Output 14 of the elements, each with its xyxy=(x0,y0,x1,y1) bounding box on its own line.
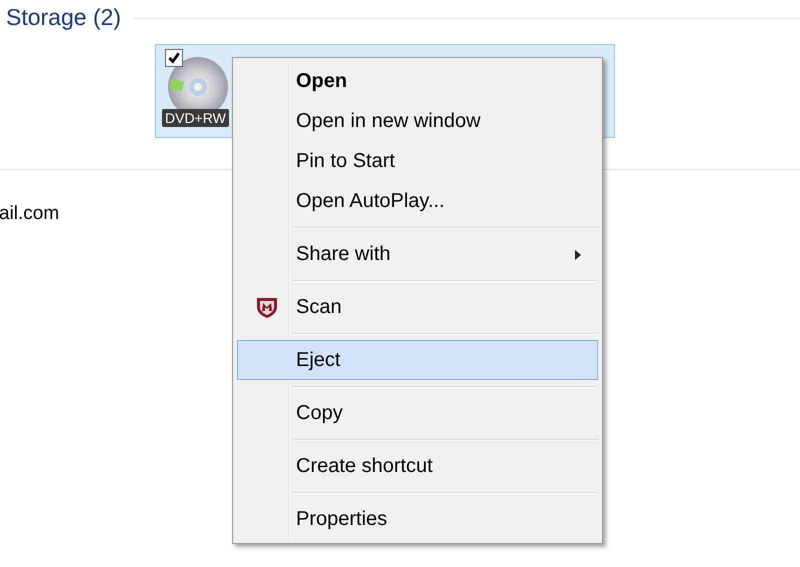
menu-item[interactable]: Pin to Start xyxy=(237,141,598,181)
menu-item[interactable]: Open AutoPlay... xyxy=(237,181,598,221)
menu-item[interactable]: Create shortcut xyxy=(237,446,598,486)
menu-item[interactable]: Open xyxy=(237,61,598,101)
menu-item[interactable]: Scan xyxy=(237,287,598,327)
checkbox[interactable] xyxy=(165,49,183,67)
menu-item[interactable]: Open in new window xyxy=(237,101,598,141)
menu-item[interactable]: Share with xyxy=(237,234,598,274)
menu-item[interactable]: Properties xyxy=(237,499,598,539)
group-title: Storage (2) xyxy=(6,4,122,30)
detail-text: ail.com xyxy=(0,203,60,225)
drive-badge: DVD+RW xyxy=(162,109,229,127)
menu-item[interactable]: Eject xyxy=(237,340,598,380)
menu-item[interactable]: Copy xyxy=(237,393,598,433)
